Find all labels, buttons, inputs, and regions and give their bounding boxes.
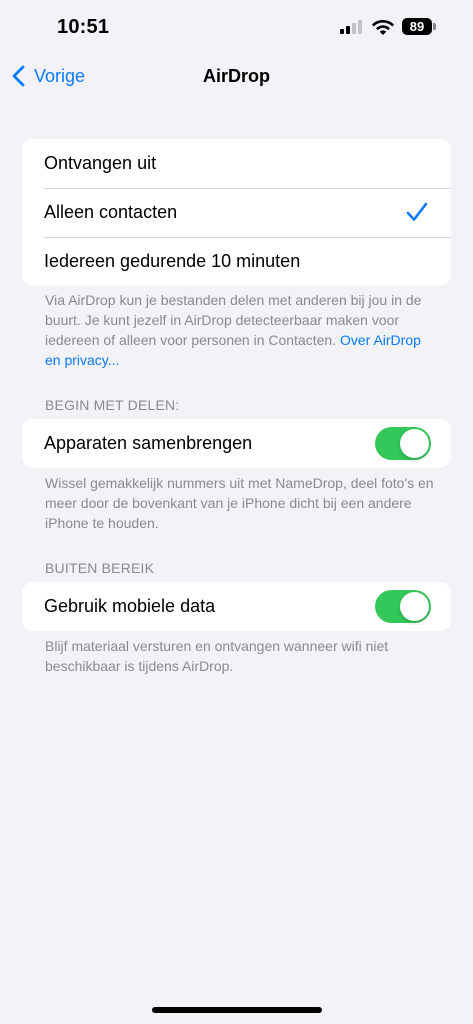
bring-devices-together-row: Apparaten samenbrengen <box>22 419 451 468</box>
option-everyone-10-minutes[interactable]: Iedereen gedurende 10 minuten <box>22 237 451 286</box>
wifi-icon <box>372 20 394 35</box>
use-mobile-data-toggle[interactable] <box>375 590 431 623</box>
navigation-bar: Vorige AirDrop <box>0 54 473 98</box>
battery-tip <box>433 23 436 30</box>
airdrop-settings-screen: 10:51 89 Vorige AirDrop Ontvangen uit Al… <box>0 0 473 1024</box>
option-label: Alleen contacten <box>44 202 178 222</box>
option-label: Ontvangen uit <box>44 153 157 173</box>
toggle-knob <box>400 592 429 621</box>
bring-devices-together-toggle[interactable] <box>375 427 431 460</box>
home-indicator[interactable] <box>152 1007 322 1013</box>
out-of-range-group: Gebruik mobiele data <box>22 582 451 631</box>
section-header-out-of-range: BUITEN BEREIK <box>45 560 155 576</box>
cellular-signal-icon <box>340 20 364 34</box>
receive-options-group: Ontvangen uit Alleen contacten Iedereen … <box>22 139 451 286</box>
option-contacts-only[interactable]: Alleen contacten <box>22 188 451 237</box>
checkmark-icon <box>406 202 428 221</box>
receive-options-footnote: Via AirDrop kun je bestanden delen met a… <box>45 290 435 370</box>
section-header-begin-sharing: BEGIN MET DELEN: <box>45 397 180 413</box>
toggle-label: Apparaten samenbrengen <box>44 433 253 453</box>
status-time: 10:51 <box>57 16 110 38</box>
battery-icon: 89 <box>402 18 432 35</box>
page-title: AirDrop <box>203 66 270 86</box>
begin-sharing-group: Apparaten samenbrengen <box>22 419 451 468</box>
use-mobile-data-row: Gebruik mobiele data <box>22 582 451 631</box>
option-label: Iedereen gedurende 10 minuten <box>44 251 301 271</box>
begin-sharing-footnote: Wissel gemakkelijk nummers uit met NameD… <box>45 475 434 531</box>
option-receiving-off[interactable]: Ontvangen uit <box>22 139 451 188</box>
toggle-label: Gebruik mobiele data <box>44 596 216 616</box>
status-bar: 10:51 89 <box>0 0 473 54</box>
out-of-range-footnote: Blijf materiaal versturen en ontvangen w… <box>45 638 389 674</box>
toggle-knob <box>400 429 429 458</box>
